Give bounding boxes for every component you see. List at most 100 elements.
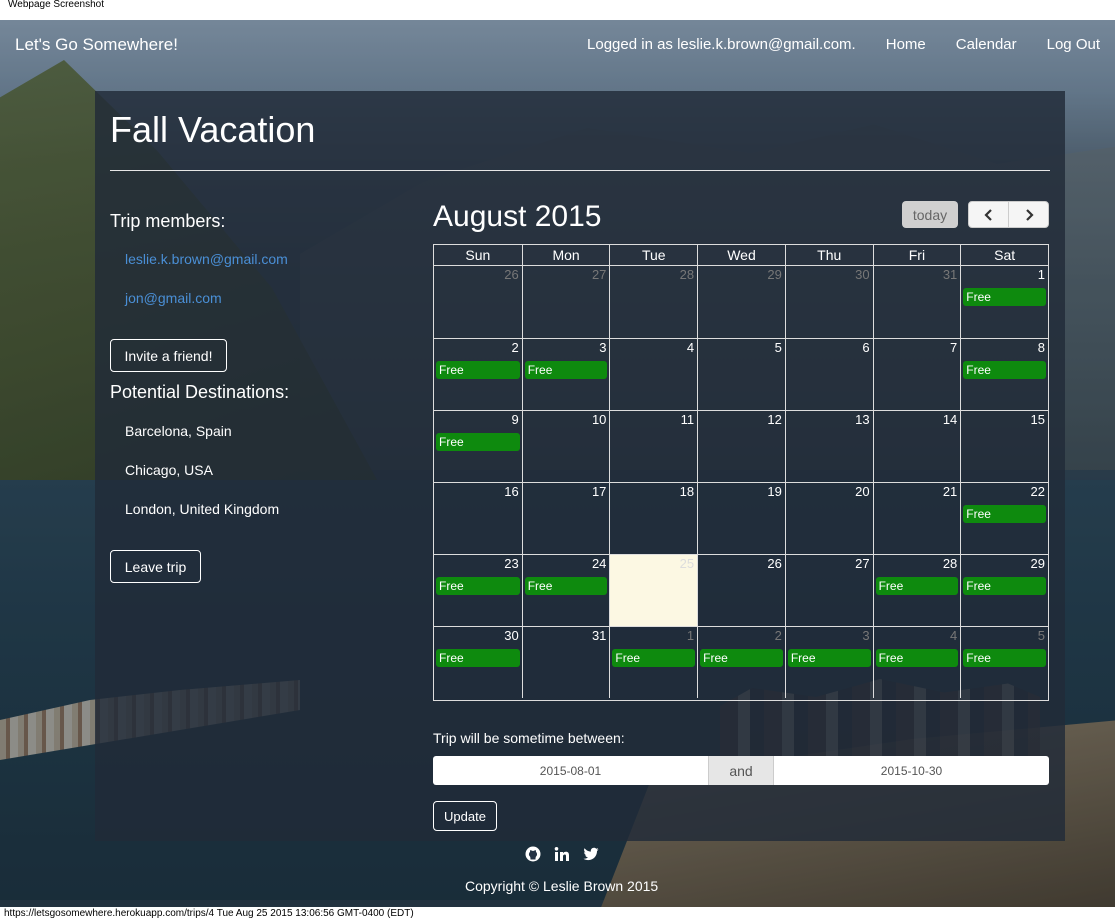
day-cell[interactable]: 26	[434, 266, 522, 338]
free-event[interactable]: Free	[963, 361, 1046, 379]
day-number: 17	[591, 484, 607, 499]
weekday-label: Sat	[960, 245, 1048, 265]
day-cell[interactable]: 5	[697, 338, 785, 410]
free-event[interactable]: Free	[436, 433, 520, 451]
day-cell[interactable]: 17	[521, 482, 610, 554]
end-date-input[interactable]: 2015-10-30	[774, 756, 1049, 785]
day-cell[interactable]: 5 Free	[960, 626, 1048, 698]
day-number: 29	[1030, 556, 1045, 571]
free-event[interactable]: Free	[612, 649, 696, 667]
day-cell[interactable]: 30	[784, 266, 873, 338]
day-cell[interactable]: 31	[872, 266, 961, 338]
start-date-input[interactable]: 2015-08-01	[433, 756, 708, 785]
day-cell[interactable]: 29 Free	[960, 554, 1048, 626]
free-event[interactable]: Free	[787, 649, 871, 667]
free-event[interactable]: Free	[436, 649, 520, 667]
day-cell[interactable]: 11	[609, 410, 698, 482]
brand-link[interactable]: Let's Go Somewhere!	[15, 35, 178, 55]
free-event[interactable]: Free	[436, 577, 520, 595]
today-button[interactable]: today	[902, 201, 958, 228]
day-cell[interactable]: 2 Free	[434, 338, 522, 410]
day-cell[interactable]: 10	[521, 410, 610, 482]
day-cell[interactable]: 28	[609, 266, 697, 338]
day-number: 3	[599, 340, 607, 355]
free-event[interactable]: Free	[963, 505, 1046, 523]
free-event[interactable]: Free	[524, 361, 608, 379]
day-cell[interactable]: 27	[784, 554, 873, 626]
day-cell[interactable]: 31	[521, 626, 610, 698]
update-button[interactable]: Update	[433, 801, 497, 831]
day-number: 2	[511, 340, 519, 355]
day-number: 31	[942, 267, 958, 282]
trip-range-label: Trip will be sometime between:	[433, 730, 625, 746]
day-cell[interactable]: 9 Free	[434, 410, 522, 482]
day-cell[interactable]: 21	[872, 482, 961, 554]
day-cell[interactable]: 16	[434, 482, 522, 554]
nav-home-link[interactable]: Home	[886, 36, 926, 53]
day-cell[interactable]: 14	[872, 410, 961, 482]
day-cell[interactable]: 26	[697, 554, 785, 626]
day-cell[interactable]: 19	[697, 482, 785, 554]
day-cell[interactable]: 18	[609, 482, 698, 554]
weekday-label: Mon	[521, 245, 610, 265]
day-cell[interactable]: 27	[521, 266, 610, 338]
leave-trip-button[interactable]: Leave trip	[110, 550, 201, 583]
free-event[interactable]: Free	[963, 649, 1046, 667]
twitter-icon[interactable]	[582, 845, 599, 862]
day-cell[interactable]: 1 Free	[609, 626, 698, 698]
day-cell[interactable]: 2 Free	[697, 626, 785, 698]
day-number: 9	[511, 412, 519, 427]
day-cell[interactable]: 22 Free	[960, 482, 1048, 554]
member-link[interactable]: jon@gmail.com	[125, 290, 222, 306]
destination-item: London, United Kingdom	[125, 501, 280, 517]
free-event[interactable]: Free	[700, 649, 783, 667]
month-calendar: Sun Mon Tue Wed Thu Fri Sat 26 27 28 29 30 31…	[433, 244, 1049, 701]
destination-item: Barcelona, Spain	[125, 423, 232, 439]
day-cell[interactable]: 8 Free	[960, 338, 1048, 410]
day-cell[interactable]: 6	[784, 338, 873, 410]
day-number: 27	[855, 556, 870, 571]
day-cell[interactable]: 12	[697, 410, 785, 482]
day-cell[interactable]: 29	[697, 266, 785, 338]
github-icon[interactable]	[524, 845, 541, 862]
day-cell[interactable]: 3 Free	[784, 626, 873, 698]
free-event[interactable]: Free	[963, 577, 1046, 595]
day-cell[interactable]: 30 Free	[434, 626, 522, 698]
weekday-label: Thu	[784, 245, 873, 265]
day-cell[interactable]: 1 Free	[960, 266, 1048, 338]
nav-calendar-link[interactable]: Calendar	[956, 36, 1017, 53]
day-cell[interactable]: 7	[872, 338, 961, 410]
day-cell[interactable]: 4 Free	[872, 626, 961, 698]
day-cell[interactable]: 3 Free	[521, 338, 610, 410]
chevron-right-icon[interactable]	[1008, 202, 1048, 227]
day-cell[interactable]: 20	[784, 482, 873, 554]
day-cell[interactable]: 4	[609, 338, 698, 410]
linkedin-icon[interactable]	[553, 845, 570, 862]
day-number: 31	[591, 628, 607, 643]
copyright-text: Copyright © Leslie Brown 2015	[465, 878, 659, 894]
date-range-group: 2015-08-01 and 2015-10-30	[433, 756, 1049, 785]
day-number: 21	[942, 484, 958, 499]
nav-logout-link[interactable]: Log Out	[1047, 36, 1100, 53]
day-cell-today[interactable]: 25	[609, 554, 698, 626]
free-event[interactable]: Free	[875, 577, 959, 595]
free-event[interactable]: Free	[963, 288, 1046, 306]
day-number: 4	[950, 628, 958, 643]
free-event[interactable]: Free	[524, 577, 608, 595]
print-header: Webpage Screenshot	[0, 0, 1115, 20]
day-cell[interactable]: 23 Free	[434, 554, 522, 626]
member-link[interactable]: leslie.k.brown@gmail.com	[125, 251, 288, 267]
day-cell[interactable]: 15	[960, 410, 1048, 482]
weekday-header: Sun Mon Tue Wed Thu Fri Sat	[434, 245, 1048, 266]
free-event[interactable]: Free	[875, 649, 959, 667]
day-number: 30	[504, 628, 519, 643]
invite-friend-button[interactable]: Invite a friend!	[110, 339, 227, 372]
members-heading: Trip members:	[110, 211, 226, 231]
chevron-left-icon[interactable]	[969, 202, 1008, 227]
day-cell[interactable]: 28 Free	[872, 554, 961, 626]
day-number: 10	[591, 412, 607, 427]
day-cell[interactable]: 24 Free	[521, 554, 610, 626]
calendar-grid: 26 27 28 29 30 31 1 Free 2 Free 3 Free 4 5 6 7 8 Free 9 Fre…	[434, 266, 1048, 698]
day-cell[interactable]: 13	[784, 410, 873, 482]
free-event[interactable]: Free	[436, 361, 520, 379]
